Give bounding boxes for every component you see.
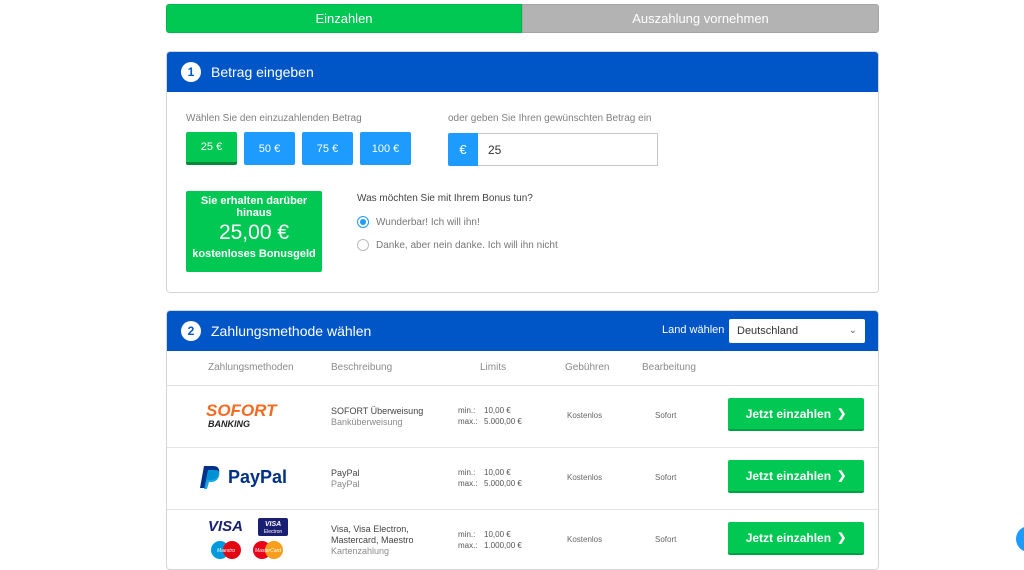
col-methods: Zahlungsmethoden [208, 362, 294, 373]
limit-max-label: max.: [458, 479, 478, 488]
method-name: PayPal [331, 468, 360, 478]
step-number-badge: 2 [181, 321, 201, 341]
bonus-info-box: Sie erhalten darüber hinaus 25,00 € kost… [186, 191, 322, 272]
limit-min-label: min.: [458, 468, 476, 477]
limit-max-label: max.: [458, 541, 478, 550]
deposit-withdraw-tabs: Einzahlen Auszahlung vornehmen [166, 4, 879, 33]
maestro-logo: Maestro [217, 548, 235, 554]
visa-electron-logo-bottom: Electron [264, 529, 283, 535]
bonus-option-decline[interactable]: Danke, aber nein danke. Ich will ihn nic… [357, 239, 558, 251]
chevron-right-icon: ❯ [837, 532, 847, 544]
tab-deposit[interactable]: Einzahlen [166, 4, 522, 33]
visa-electron-logo-top: VISA [265, 521, 281, 528]
amount-button-100[interactable]: 100 € [360, 132, 411, 165]
amount-panel-title: Betrag eingeben [211, 64, 314, 80]
radio-accept[interactable] [357, 216, 369, 228]
limit-min-label: min.: [458, 406, 476, 415]
sofort-logo-bottom: BANKING [208, 419, 250, 429]
amount-button-50[interactable]: 50 € [244, 132, 295, 165]
amount-input[interactable] [478, 133, 658, 166]
bonus-option-decline-label: Danke, aber nein danke. Ich will ihn nic… [376, 239, 558, 251]
method-limits: min.: 10,00 € max.: 5.000,00 € [458, 405, 522, 427]
table-divider [167, 447, 878, 448]
country-select[interactable]: Deutschland ⌄ [729, 319, 865, 343]
method-processing: Sofort [655, 535, 677, 544]
limit-max-label: max.: [458, 417, 478, 426]
country-select-value: Deutschland [737, 325, 799, 337]
table-divider [167, 509, 878, 510]
visa-logo: VISA [208, 518, 243, 535]
amount-button-75[interactable]: 75 € [302, 132, 353, 165]
method-name: SOFORT Überweisung [331, 406, 424, 416]
col-limits: Limits [480, 362, 507, 373]
bonus-line-1: Sie erhalten darüber hinaus [200, 195, 308, 219]
amount-button-25[interactable]: 25 € [186, 132, 237, 165]
method-fee: Kostenlos [567, 535, 603, 544]
method-description: Visa, Visa Electron, Mastercard, Maestro… [331, 524, 431, 557]
method-limits: min.: 10,00 € max.: 1.000,00 € [458, 529, 522, 551]
method-subtitle: PayPal [331, 479, 360, 489]
bonus-value: 25,00 € [218, 221, 290, 244]
method-processing: Sofort [655, 411, 677, 420]
method-fee: Kostenlos [567, 411, 603, 420]
payment-panel-title: Zahlungsmethode wählen [211, 323, 372, 339]
col-processing: Bearbeitung [642, 362, 696, 373]
chevron-right-icon: ❯ [837, 408, 847, 420]
method-processing: Sofort [655, 473, 677, 482]
limit-max: 5.000,00 € [484, 417, 522, 426]
table-divider [167, 385, 878, 386]
limit-min: 10,00 € [484, 530, 511, 539]
deposit-now-button[interactable]: Jetzt einzahlen ❯ [728, 398, 864, 431]
currency-prefix: € [448, 133, 478, 166]
amount-panel-header: 1 Betrag eingeben [167, 52, 878, 92]
chat-icon[interactable] [1016, 526, 1024, 552]
limit-max: 5.000,00 € [484, 479, 522, 488]
country-label: Land wählen [662, 324, 725, 336]
limit-min-label: min.: [458, 530, 476, 539]
radio-decline[interactable] [357, 239, 369, 251]
step-number-badge: 1 [181, 62, 201, 82]
deposit-now-label: Jetzt einzahlen [745, 468, 832, 483]
deposit-now-button[interactable]: Jetzt einzahlen ❯ [728, 460, 864, 493]
method-description: SOFORT Überweisung Banküberweisung [331, 406, 423, 428]
sofort-banking-logo: SOFORT BANKING [206, 401, 292, 429]
method-subtitle: Kartenzahlung [331, 546, 390, 556]
card-logos: VISA VISA Electron Maestro MasterCard [206, 516, 292, 560]
deposit-now-label: Jetzt einzahlen [745, 530, 832, 545]
choose-amount-label: Wählen Sie den einzuzahlenden Betrag [186, 113, 362, 124]
bonus-option-accept[interactable]: Wunderbar! Ich will ihn! [357, 216, 480, 228]
chevron-down-icon: ⌄ [848, 325, 857, 336]
paypal-logo-text: PayPal [228, 467, 287, 487]
paypal-logo: PayPal [200, 464, 300, 490]
bonus-question: Was möchten Sie mit Ihrem Bonus tun? [357, 193, 533, 204]
mastercard-logo: MasterCard [255, 548, 281, 554]
sofort-logo-top: SOFORT [206, 401, 278, 420]
method-name: Visa, Visa Electron, Mastercard, Maestro [331, 524, 414, 545]
bonus-line-3: kostenloses Bonusgeld [192, 248, 316, 260]
col-description: Beschreibung [331, 362, 393, 373]
limit-min: 10,00 € [484, 406, 511, 415]
method-description: PayPal PayPal [331, 468, 360, 490]
col-fees: Gebühren [565, 362, 610, 373]
limit-max: 1.000,00 € [484, 541, 522, 550]
limit-min: 10,00 € [484, 468, 511, 477]
deposit-now-label: Jetzt einzahlen [745, 406, 832, 421]
method-fee: Kostenlos [567, 473, 603, 482]
bonus-option-accept-label: Wunderbar! Ich will ihn! [376, 216, 480, 228]
deposit-now-button[interactable]: Jetzt einzahlen ❯ [728, 522, 864, 555]
method-limits: min.: 10,00 € max.: 5.000,00 € [458, 467, 522, 489]
chevron-right-icon: ❯ [837, 470, 847, 482]
method-subtitle: Banküberweisung [331, 417, 403, 427]
custom-amount-label: oder geben Sie Ihren gewünschten Betrag … [448, 113, 652, 124]
tab-withdraw[interactable]: Auszahlung vornehmen [522, 4, 879, 33]
